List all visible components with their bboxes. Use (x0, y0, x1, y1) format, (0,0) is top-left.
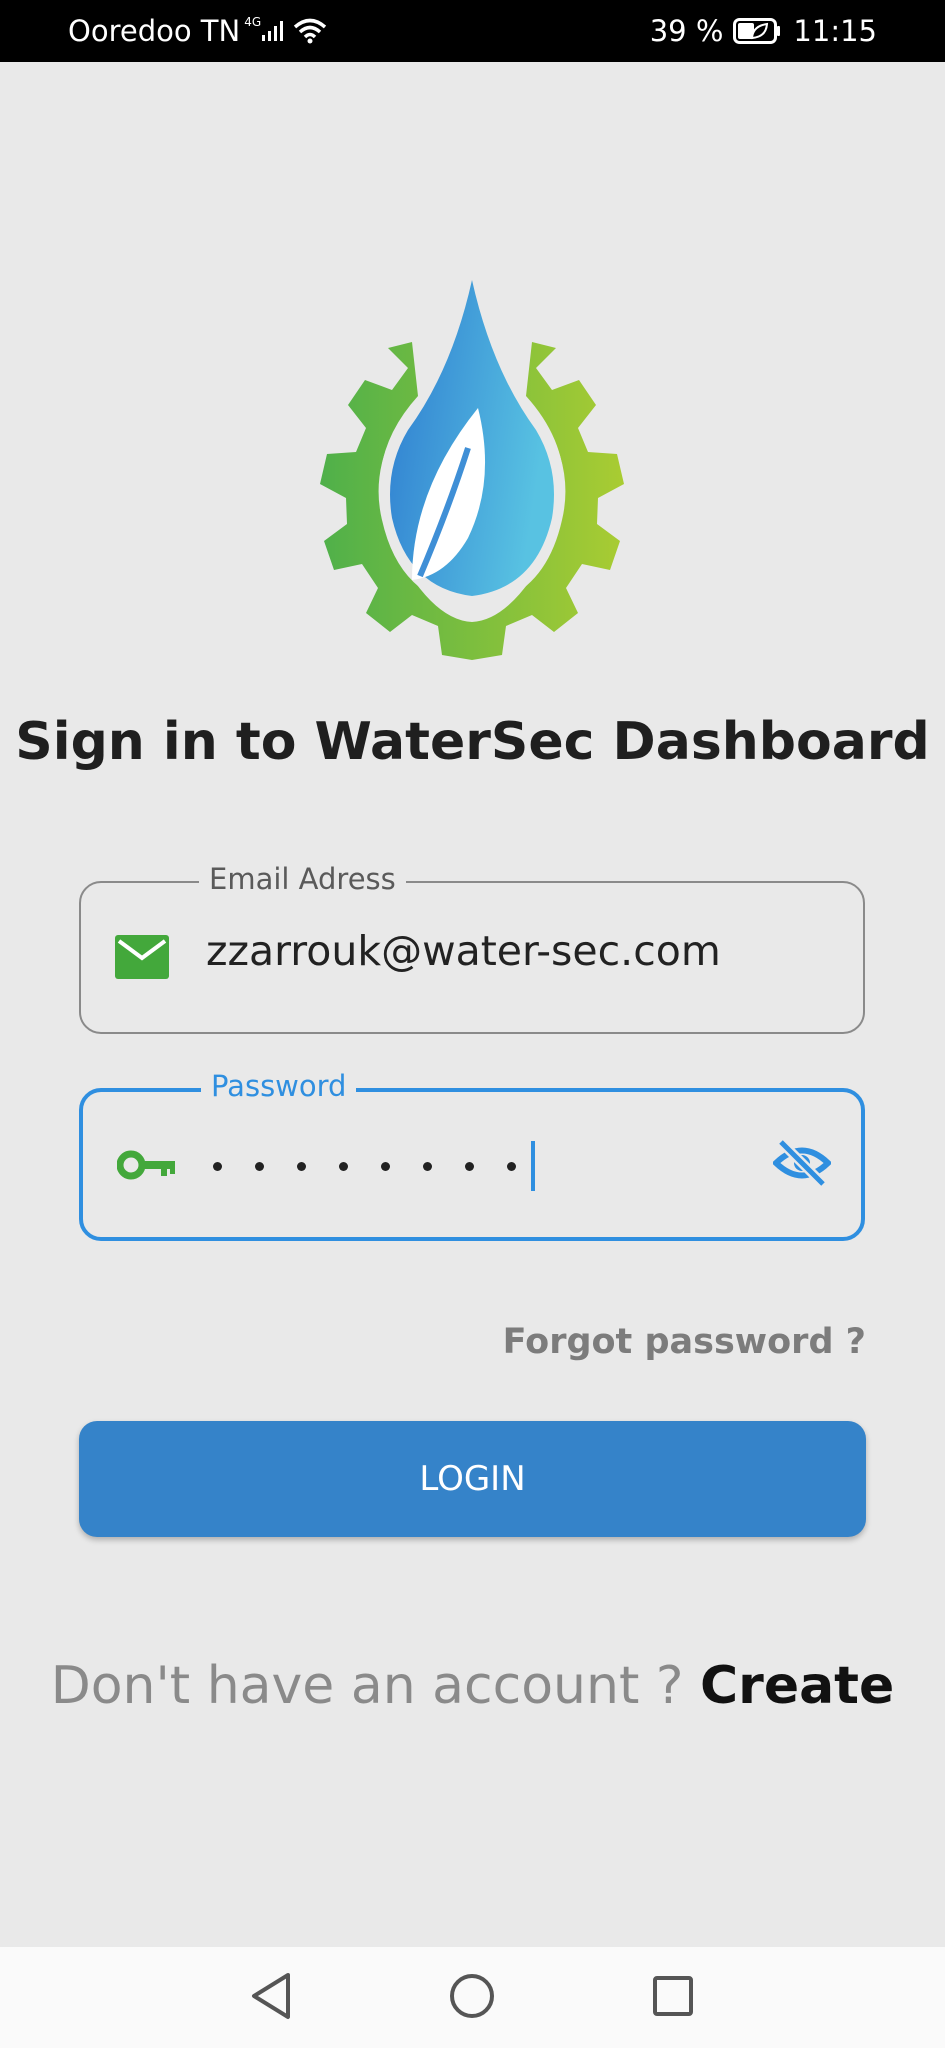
email-field-label: Email Adress (199, 861, 406, 897)
mail-icon (115, 935, 169, 984)
password-dot (255, 1161, 264, 1171)
password-input[interactable] (213, 1140, 535, 1192)
back-icon[interactable] (250, 1971, 292, 2026)
signup-prompt: Don't have an account ? (50, 1656, 684, 1716)
status-right: 39 % 11:15 (650, 14, 877, 48)
battery-percent: 39 % (649, 14, 724, 48)
wifi-icon (293, 18, 327, 44)
password-dot (297, 1161, 306, 1171)
password-field-label: Password (201, 1068, 357, 1104)
status-left: Ooredoo TN 4G (68, 14, 327, 48)
home-icon[interactable] (449, 1971, 495, 2026)
page-title: Sign in to WaterSec Dashboard (15, 712, 930, 772)
password-dot (339, 1161, 348, 1171)
carrier-name: Ooredoo TN (68, 14, 241, 48)
recents-icon[interactable] (652, 1971, 694, 2026)
password-field[interactable]: Password (79, 1068, 865, 1241)
signal-icon (261, 20, 284, 42)
clock: 11:15 (793, 14, 877, 48)
app-logo (300, 270, 645, 665)
forgot-password-link[interactable]: Forgot password ? (503, 1322, 866, 1362)
system-nav-bar (0, 1947, 945, 2048)
battery-icon (733, 18, 781, 44)
password-dot (381, 1161, 390, 1171)
password-dot (507, 1161, 516, 1171)
email-field[interactable]: Email Adress zzarrouk@water-sec.com (79, 861, 865, 1034)
password-dot (465, 1161, 474, 1171)
network-type: 4G (244, 15, 262, 29)
battery-saver-leaf-icon (751, 22, 769, 40)
status-bar: Ooredoo TN 4G 39 % 11:15 (0, 0, 945, 62)
email-input[interactable]: zzarrouk@water-sec.com (206, 927, 721, 975)
password-dot (213, 1161, 222, 1171)
login-button[interactable]: LOGIN (79, 1421, 866, 1537)
eye-off-icon[interactable] (771, 1138, 833, 1193)
password-dot (423, 1161, 432, 1171)
create-account-link[interactable]: Create (700, 1656, 894, 1716)
key-icon (116, 1148, 177, 1187)
text-caret (531, 1141, 535, 1191)
signup-row: Don't have an account ? Create (0, 1656, 945, 1716)
